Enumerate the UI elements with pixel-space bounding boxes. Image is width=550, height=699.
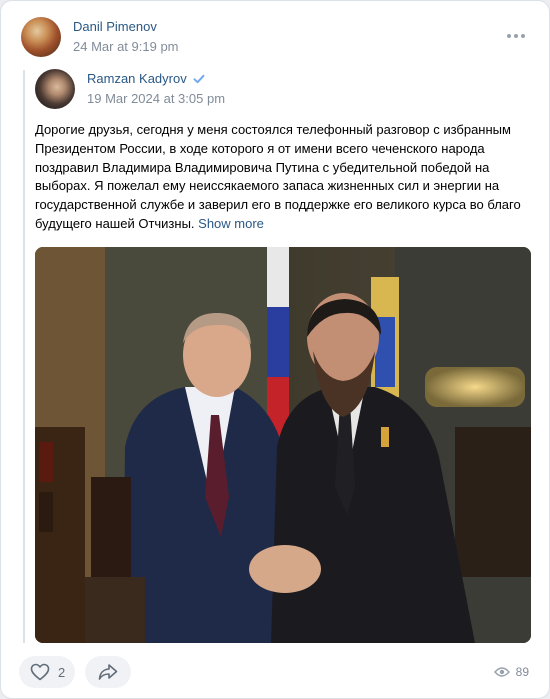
repost-author-avatar[interactable]	[21, 17, 61, 57]
original-author-name[interactable]: Ramzan Kadyrov	[87, 71, 187, 86]
photo-illustration	[35, 247, 531, 643]
like-count: 2	[58, 664, 66, 680]
post-card: Danil Pimenov 24 Mar at 9:19 pm Ramzan K…	[0, 0, 550, 699]
original-author-row: Ramzan Kadyrov	[87, 71, 205, 86]
more-horizontal-icon[interactable]	[507, 29, 527, 43]
heart-icon	[30, 663, 50, 681]
original-date[interactable]: 19 Mar 2024 at 3:05 pm	[87, 91, 225, 106]
views-counter: 89	[493, 665, 529, 679]
share-button[interactable]	[85, 656, 131, 688]
show-more-link[interactable]: Show more	[198, 216, 264, 231]
views-count: 89	[515, 665, 529, 679]
repost-author-name[interactable]: Danil Pimenov	[73, 19, 157, 34]
post-text: Дорогие друзья, сегодня у меня состоялся…	[35, 122, 521, 231]
original-author-avatar[interactable]	[35, 69, 75, 109]
post-text-block: Дорогие друзья, сегодня у меня состоялся…	[35, 121, 535, 234]
post-photo[interactable]	[35, 247, 531, 643]
share-arrow-icon	[98, 664, 118, 680]
repost-divider-line	[23, 70, 25, 643]
like-button[interactable]: 2	[19, 656, 75, 688]
repost-date[interactable]: 24 Mar at 9:19 pm	[73, 39, 179, 54]
verified-check-icon	[193, 74, 205, 83]
eye-icon	[493, 667, 510, 677]
